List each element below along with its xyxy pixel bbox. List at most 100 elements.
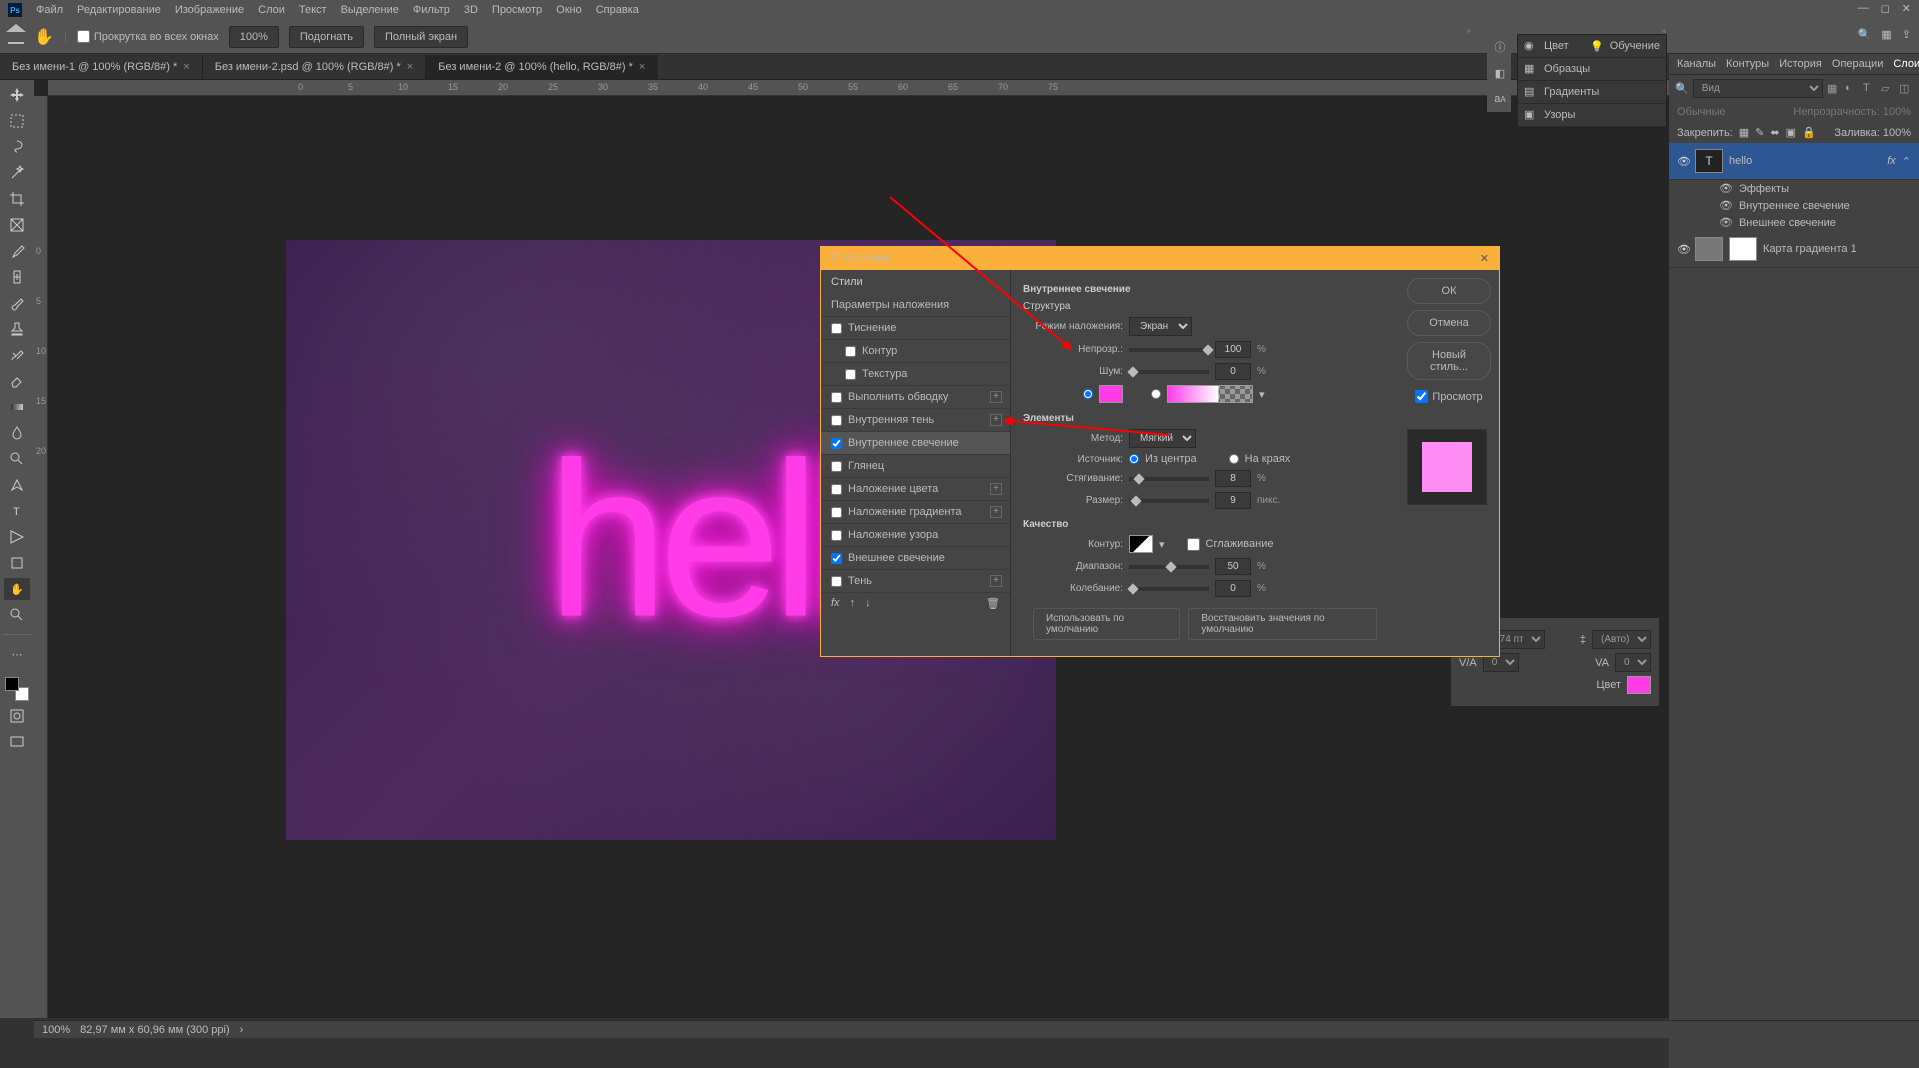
noise-slider[interactable]	[1129, 370, 1209, 374]
chevron-down-icon[interactable]: ⌃	[1902, 155, 1911, 168]
zoom-tool[interactable]	[4, 604, 30, 626]
glow-gradient-swatch[interactable]	[1167, 385, 1253, 403]
source-edge-radio[interactable]	[1229, 454, 1239, 464]
noise-input[interactable]	[1215, 363, 1251, 380]
make-default-button[interactable]: Использовать по умолчанию	[1033, 608, 1180, 640]
up-icon[interactable]: ↑	[850, 597, 856, 610]
style-satin[interactable]: Глянец	[821, 455, 1010, 478]
character-icon[interactable]: aA	[1491, 90, 1509, 108]
menu-window[interactable]: Окно	[556, 4, 582, 16]
size-input[interactable]	[1215, 492, 1251, 509]
wand-tool[interactable]	[4, 162, 30, 184]
range-input[interactable]	[1215, 558, 1251, 575]
choke-input[interactable]	[1215, 470, 1251, 487]
collapse-icon[interactable]: »	[1467, 26, 1471, 35]
style-drop-shadow[interactable]: Тень+	[821, 570, 1010, 593]
filter-shape-icon[interactable]: ▱	[1881, 82, 1895, 96]
quickmask-tool[interactable]	[4, 705, 30, 727]
search-icon[interactable]: 🔍	[1858, 28, 1872, 41]
blend-options[interactable]: Параметры наложения	[821, 294, 1010, 317]
edit-toolbar[interactable]: ⋯	[4, 643, 30, 665]
plus-icon[interactable]: +	[990, 575, 1002, 587]
menu-layers[interactable]: Слои	[258, 4, 285, 16]
style-texture[interactable]: Текстура	[821, 363, 1010, 386]
tracking-select[interactable]: 0	[1615, 653, 1651, 672]
screenmode-tool[interactable]	[4, 731, 30, 753]
move-tool[interactable]	[4, 84, 30, 106]
gradient-radio[interactable]	[1151, 389, 1161, 399]
menu-text[interactable]: Текст	[299, 4, 327, 16]
filter-type-icon[interactable]: T	[1863, 82, 1877, 96]
range-slider[interactable]	[1129, 565, 1209, 569]
lock-icon[interactable]: ⬌	[1770, 126, 1779, 139]
blur-tool[interactable]	[4, 422, 30, 444]
style-inner-shadow[interactable]: Внутренняя тень+	[821, 409, 1010, 432]
layer-gradient-map[interactable]: 👁 Карта градиента 1	[1669, 231, 1919, 268]
style-gradient-overlay[interactable]: Наложение градиента+	[821, 501, 1010, 524]
choke-slider[interactable]	[1129, 477, 1209, 481]
menu-image[interactable]: Изображение	[175, 4, 244, 16]
style-contour[interactable]: Контур	[821, 340, 1010, 363]
zoom-value[interactable]: 100%	[229, 26, 279, 48]
effect-outer-glow[interactable]: Внешнее свечение	[1739, 217, 1836, 229]
layer-filter-kind[interactable]: Вид	[1693, 79, 1823, 98]
tab-actions[interactable]: Операции	[1832, 58, 1883, 70]
gradient-tool[interactable]	[4, 396, 30, 418]
share-icon[interactable]: ⇪	[1902, 28, 1911, 41]
style-outer-glow[interactable]: Внешнее свечение	[821, 547, 1010, 570]
glow-color-swatch[interactable]	[1099, 385, 1123, 403]
workspace-icon[interactable]: ▦	[1881, 28, 1891, 41]
blend-mode-select[interactable]: Обычные	[1677, 106, 1726, 118]
menu-select[interactable]: Выделение	[341, 4, 399, 16]
tab-2[interactable]: Без имени-2.psd @ 100% (RGB/8#) *×	[203, 55, 427, 79]
text-color-swatch[interactable]	[1627, 676, 1651, 694]
preview-check[interactable]: Просмотр	[1407, 390, 1491, 403]
visibility-icon[interactable]: 👁	[1677, 155, 1689, 168]
type-tool[interactable]: T	[4, 500, 30, 522]
fullscreen-button[interactable]: Полный экран	[374, 26, 468, 48]
source-center-radio[interactable]	[1129, 454, 1139, 464]
maximize-icon[interactable]: ◻	[1881, 2, 1890, 15]
menu-filter[interactable]: Фильтр	[413, 4, 450, 16]
chevron-right-icon[interactable]: ›	[240, 1024, 244, 1036]
brush-tool[interactable]	[4, 292, 30, 314]
dialog-titlebar[interactable]: Стиль слоя ✕	[821, 247, 1499, 270]
dodge-tool[interactable]	[4, 448, 30, 470]
filter-adjust-icon[interactable]: ◐	[1845, 82, 1859, 96]
size-slider[interactable]	[1129, 499, 1209, 503]
contour-picker[interactable]	[1129, 535, 1153, 553]
patterns-panel-item[interactable]: ▦Образцы	[1518, 58, 1666, 81]
plus-icon[interactable]: +	[990, 391, 1002, 403]
scroll-all-check[interactable]: Прокрутка во всех окнах	[77, 30, 219, 43]
close-icon[interactable]: ×	[407, 61, 413, 73]
trash-icon[interactable]: 🗑	[986, 597, 1000, 610]
opacity-slider[interactable]	[1129, 348, 1209, 352]
tab-3[interactable]: Без имени-2 @ 100% (hello, RGB/8#) *×	[426, 55, 658, 79]
ok-button[interactable]: ОК	[1407, 278, 1491, 304]
path-tool[interactable]	[4, 526, 30, 548]
marquee-tool[interactable]	[4, 110, 30, 132]
chevron-down-icon[interactable]: ▾	[1159, 538, 1165, 551]
eraser-tool[interactable]	[4, 370, 30, 392]
close-icon[interactable]: ×	[183, 61, 189, 73]
color-radio[interactable]	[1083, 389, 1093, 399]
stamp-tool[interactable]	[4, 318, 30, 340]
hand-tool[interactable]: ✋	[4, 578, 30, 600]
layer-hello[interactable]: 👁 T hello fx ⌃	[1669, 143, 1919, 180]
crop-tool[interactable]	[4, 188, 30, 210]
pen-tool[interactable]	[4, 474, 30, 496]
menu-edit[interactable]: Редактирование	[77, 4, 161, 16]
close-icon[interactable]: ×	[639, 61, 645, 73]
patterns2-panel-item[interactable]: ▣Узоры	[1518, 104, 1666, 127]
style-color-overlay[interactable]: Наложение цвета+	[821, 478, 1010, 501]
hand-tool-icon[interactable]: ✋	[34, 27, 54, 47]
close-icon[interactable]: ✕	[1480, 252, 1489, 265]
tab-layers[interactable]: Слои	[1893, 58, 1919, 70]
info-icon[interactable]: ⓘ	[1491, 38, 1509, 56]
filter-image-icon[interactable]: ▦	[1827, 82, 1841, 96]
doc-info[interactable]: 82,97 мм x 60,96 мм (300 ppi)	[80, 1024, 230, 1036]
menu-view[interactable]: Просмотр	[492, 4, 542, 16]
fg-bg-colors[interactable]	[5, 677, 29, 701]
plus-icon[interactable]: +	[990, 414, 1002, 426]
effect-inner-glow[interactable]: Внутреннее свечение	[1739, 200, 1850, 212]
